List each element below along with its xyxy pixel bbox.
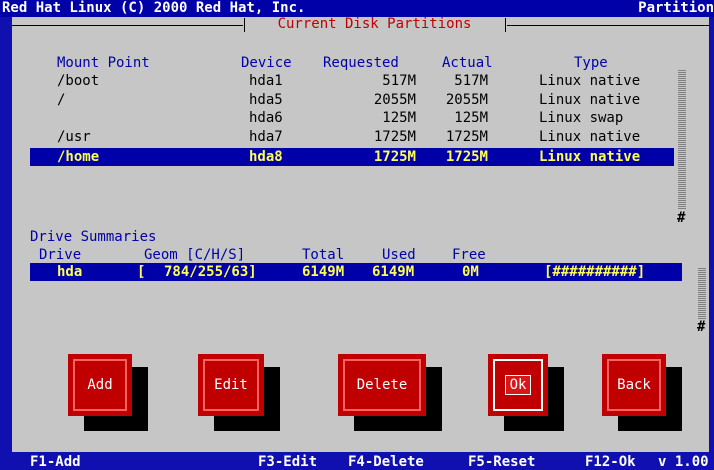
col-header-drive: Drive [39,247,82,263]
back-button-label: Back [607,359,661,411]
col-header-used: Used [382,247,416,263]
cell-requested: 1725M [373,149,416,165]
partition-row-selected[interactable]: /home hda8 1725M 1725M Linux native [30,148,674,166]
f3-edit-hint[interactable]: F3-Edit [258,454,317,470]
col-header-geom: Geom [C/H/S] [144,247,246,263]
f5-reset-hint[interactable]: F5-Reset [468,454,535,470]
cell-type: Linux swap [539,110,624,126]
cell-requested: 1725M [373,129,416,145]
f12-ok-hint[interactable]: F12-Ok [585,454,636,470]
add-button-label: Add [73,359,127,411]
title-bar-copyright: Red Hat Linux (C) 2000 Red Hat, Inc. [2,0,306,16]
cell-mount: /boot [57,73,100,89]
cell-actual: 2055M [445,92,488,108]
cell-requested: 125M [382,110,416,126]
cell-actual: 125M [454,110,488,126]
cell-mount: /usr [57,129,91,145]
edit-button[interactable]: Edit [198,354,264,416]
title-bar-screen-name: Partition [638,0,714,16]
cell-device: hda8 [249,149,283,165]
cell-free: 0M [462,264,479,280]
version-label: v 1.00 [658,454,709,470]
frame-line-right [507,25,709,26]
col-header-total: Total [302,247,345,263]
cell-requested: 517M [382,73,416,89]
col-header-type: Type [574,55,608,71]
function-key-bar: F1-Add F3-Edit F4-Delete F5-Reset F12-Ok… [0,452,714,470]
ok-button[interactable]: Ok [488,354,548,416]
usage-bar: [##########] [544,264,646,280]
cell-type: Linux native [539,73,641,89]
frame-tick-left [244,18,245,32]
col-header-requested: Requested [323,55,399,71]
drive-scrollbar[interactable] [698,267,706,319]
delete-button-label: Delete [343,359,421,411]
cell-mount: / [57,92,66,108]
cell-device: hda1 [249,73,283,89]
cell-drive: hda [57,264,83,280]
cell-used: 6149M [372,264,415,280]
cell-type: Linux native [539,129,641,145]
partition-panel: Current Disk Partitions Mount Point Devi… [12,16,709,452]
drive-scroll-thumb[interactable]: # [697,319,705,335]
edit-button-label: Edit [203,359,259,411]
col-header-actual: Actual [442,55,493,71]
ok-button-face: Ok [493,359,543,411]
add-button[interactable]: Add [68,354,132,416]
frame-line-left [12,25,243,26]
cell-geom: 784/255/63] [164,264,257,280]
cell-device: hda5 [249,92,283,108]
cell-type: Linux native [539,149,641,165]
drive-row-selected[interactable]: hda [ 784/255/63] 6149M 6149M 0M [######… [30,263,682,281]
cell-requested: 2055M [373,92,416,108]
drive-summaries-title: Drive Summaries [30,229,157,245]
cell-type: Linux native [539,92,641,108]
col-header-free: Free [452,247,486,263]
cell-geom-bracket: [ [137,264,146,280]
partition-scrollbar[interactable] [678,69,686,209]
frame-tick-right [505,18,506,32]
title-bar: Red Hat Linux (C) 2000 Red Hat, Inc. Par… [0,0,714,17]
partition-scroll-thumb[interactable]: # [677,210,685,226]
col-header-mount-point: Mount Point [57,55,150,71]
f4-delete-hint[interactable]: F4-Delete [348,454,424,470]
ok-button-label: Ok [504,375,532,395]
cell-mount: /home [57,149,100,165]
panel-title: Current Disk Partitions [277,16,472,32]
f1-add-hint[interactable]: F1-Add [30,454,81,470]
cell-device: hda7 [249,129,283,145]
cell-total: 6149M [302,264,345,280]
cell-actual: 1725M [445,149,488,165]
cell-actual: 1725M [445,129,488,145]
cell-actual: 517M [454,73,488,89]
back-button[interactable]: Back [602,354,666,416]
cell-device: hda6 [249,110,283,126]
col-header-device: Device [241,55,292,71]
delete-button[interactable]: Delete [338,354,426,416]
